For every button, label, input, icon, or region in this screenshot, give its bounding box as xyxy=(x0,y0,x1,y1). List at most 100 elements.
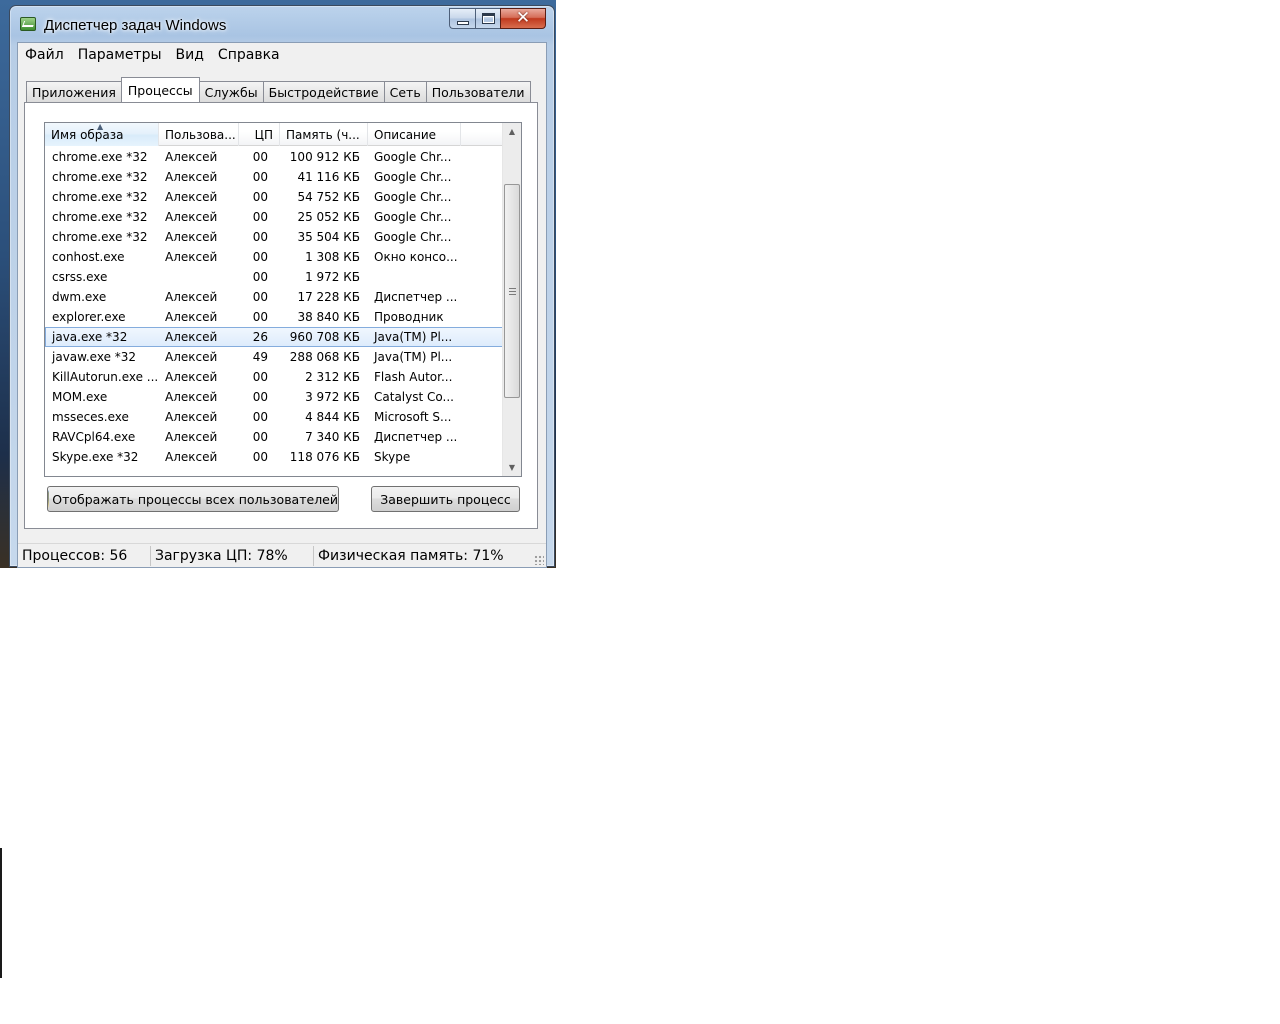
process-row[interactable]: MOM.exe Алексей 00 3 972 КБ Catalyst Co... xyxy=(45,387,505,407)
column-cpu[interactable]: ЦП xyxy=(239,123,280,146)
cell-description: Google Chr... xyxy=(374,230,452,244)
cell-image-name: RAVCpl64.exe xyxy=(52,430,136,444)
processes-panel: ▲ Имя образа Пользова... ЦП Память (ч...… xyxy=(24,102,538,529)
cell-cpu: 00 xyxy=(252,390,268,404)
cell-image-name: Skype.exe *32 xyxy=(52,450,139,464)
cell-cpu: 00 xyxy=(252,290,268,304)
cell-description: Catalyst Co... xyxy=(374,390,454,404)
cell-user: Алексей xyxy=(165,290,218,304)
cell-memory: 118 076 КБ xyxy=(289,450,360,464)
arrow-down-icon: ▼ xyxy=(508,463,516,472)
minimize-button[interactable] xyxy=(449,8,475,29)
cell-user: Алексей xyxy=(165,250,218,264)
cell-memory: 25 052 КБ xyxy=(297,210,360,224)
tab-processes[interactable]: Процессы xyxy=(120,77,200,102)
resize-grip-icon[interactable] xyxy=(534,555,544,565)
task-manager-window: Диспетчер задач Windows ✕ Файл Параметры… xyxy=(9,5,555,568)
process-row[interactable]: chrome.exe *32 Алексей 00 100 912 КБ Google … xyxy=(45,147,505,167)
cell-image-name: chrome.exe *32 xyxy=(52,150,148,164)
process-row[interactable]: conhost.exe Алексей 00 1 308 КБ Окно консо..… xyxy=(45,247,505,267)
cell-description: Microsoft S... xyxy=(374,410,452,424)
menu-options[interactable]: Параметры xyxy=(71,47,169,63)
scroll-thumb[interactable] xyxy=(504,184,520,398)
process-row[interactable]: RAVCpl64.exe Алексей 00 7 340 КБ Диспетчер .… xyxy=(45,427,505,447)
column-label: ЦП xyxy=(254,127,273,142)
cell-image-name: chrome.exe *32 xyxy=(52,170,148,184)
process-row[interactable]: explorer.exe Алексей 00 38 840 КБ Проводник xyxy=(45,307,505,327)
vertical-scrollbar[interactable]: ▲ ▼ xyxy=(502,123,521,476)
cell-user: Алексей xyxy=(165,370,218,384)
process-rows: chrome.exe *32 Алексей 00 100 912 КБ Google … xyxy=(45,147,505,467)
cell-description: Проводник xyxy=(374,310,444,324)
process-row[interactable]: KillAutorun.exe ... Алексей 00 2 312 КБ Flas… xyxy=(45,367,505,387)
process-row[interactable]: chrome.exe *32 Алексей 00 35 504 КБ Google C… xyxy=(45,227,505,247)
cell-cpu: 00 xyxy=(252,230,268,244)
menu-view[interactable]: Вид xyxy=(169,47,211,63)
cell-memory: 17 228 КБ xyxy=(297,290,360,304)
column-image-name[interactable]: ▲ Имя образа xyxy=(45,123,159,146)
cell-user: Алексей xyxy=(165,410,218,424)
cell-cpu: 00 xyxy=(252,370,268,384)
cell-description: Окно консо... xyxy=(374,250,458,264)
close-button[interactable]: ✕ xyxy=(500,8,546,29)
cell-cpu: 00 xyxy=(252,190,268,204)
process-row[interactable]: chrome.exe *32 Алексей 00 25 052 КБ Google C… xyxy=(45,207,505,227)
column-label: Описание xyxy=(374,127,437,142)
process-row[interactable]: csrss.exe 00 1 972 КБ xyxy=(45,267,505,287)
column-label: Пользова... xyxy=(165,127,236,142)
cell-description: Google Chr... xyxy=(374,210,452,224)
title-bar[interactable]: Диспетчер задач Windows ✕ xyxy=(10,6,554,40)
process-row[interactable]: javaw.exe *32 Алексей 49 288 068 КБ Java(TM)… xyxy=(45,347,505,367)
cell-image-name: chrome.exe *32 xyxy=(52,230,148,244)
cell-memory: 38 840 КБ xyxy=(297,310,360,324)
cell-memory: 7 340 КБ xyxy=(305,430,360,444)
cell-memory: 35 504 КБ xyxy=(297,230,360,244)
tab-performance[interactable]: Быстродействие xyxy=(262,81,385,102)
menu-file[interactable]: Файл xyxy=(18,47,71,63)
cell-image-name: csrss.exe xyxy=(52,270,108,284)
process-row[interactable]: Skype.exe *32 Алексей 00 118 076 КБ Skype xyxy=(45,447,505,467)
cell-description: Google Chr... xyxy=(374,170,452,184)
process-list[interactable]: ▲ Имя образа Пользова... ЦП Память (ч...… xyxy=(44,122,522,477)
column-description[interactable]: Описание xyxy=(368,123,461,146)
process-row[interactable]: chrome.exe *32 Алексей 00 54 752 КБ Google C… xyxy=(45,187,505,207)
show-all-users-button[interactable]: Отображать процессы всех пользователей xyxy=(47,486,339,512)
tab-users[interactable]: Пользователи xyxy=(425,81,531,102)
cell-description: Диспетчер ... xyxy=(374,290,458,304)
cell-memory: 4 844 КБ xyxy=(305,410,360,424)
scroll-down-button[interactable]: ▼ xyxy=(503,459,521,476)
end-process-button[interactable]: Завершить процесс xyxy=(371,486,520,512)
sort-ascending-icon: ▲ xyxy=(97,123,104,131)
uac-shield-icon xyxy=(48,490,50,508)
cell-memory: 288 068 КБ xyxy=(289,350,360,364)
column-user[interactable]: Пользова... xyxy=(159,123,239,146)
cell-cpu: 49 xyxy=(252,350,268,364)
process-row[interactable]: chrome.exe *32 Алексей 00 41 116 КБ Google C… xyxy=(45,167,505,187)
close-icon: ✕ xyxy=(515,8,531,28)
cell-description: Java(TM) Pl... xyxy=(374,350,453,364)
column-memory[interactable]: Память (ч... xyxy=(280,123,368,146)
list-header: ▲ Имя образа Пользова... ЦП Память (ч...… xyxy=(45,123,505,146)
process-row[interactable]: java.exe *32 Алексей 26 960 708 КБ Java(TM) … xyxy=(45,327,505,347)
cell-memory: 1 972 КБ xyxy=(305,270,360,284)
cell-image-name: MOM.exe xyxy=(52,390,108,404)
process-row[interactable]: msseces.exe Алексей 00 4 844 КБ Microsoft S.… xyxy=(45,407,505,427)
desktop-edge xyxy=(0,848,2,978)
scroll-up-button[interactable]: ▲ xyxy=(503,123,521,140)
cell-description: Диспетчер ... xyxy=(374,430,458,444)
window-title: Диспетчер задач Windows xyxy=(44,17,227,34)
cell-image-name: dwm.exe xyxy=(52,290,107,304)
process-row[interactable]: dwm.exe Алексей 00 17 228 КБ Диспетчер ... xyxy=(45,287,505,307)
cell-memory: 54 752 КБ xyxy=(297,190,360,204)
maximize-icon xyxy=(481,13,495,24)
maximize-button[interactable] xyxy=(475,8,500,29)
cell-cpu: 00 xyxy=(252,250,268,264)
tab-services[interactable]: Службы xyxy=(198,81,264,102)
client-area: Файл Параметры Вид Справка Приложения Пр… xyxy=(17,42,547,568)
cell-cpu: 00 xyxy=(252,150,268,164)
tab-applications[interactable]: Приложения xyxy=(26,81,122,102)
tab-networking[interactable]: Сеть xyxy=(383,81,427,102)
menu-help[interactable]: Справка xyxy=(211,47,287,63)
minimize-icon xyxy=(456,20,469,25)
cell-user: Алексей xyxy=(165,150,218,164)
